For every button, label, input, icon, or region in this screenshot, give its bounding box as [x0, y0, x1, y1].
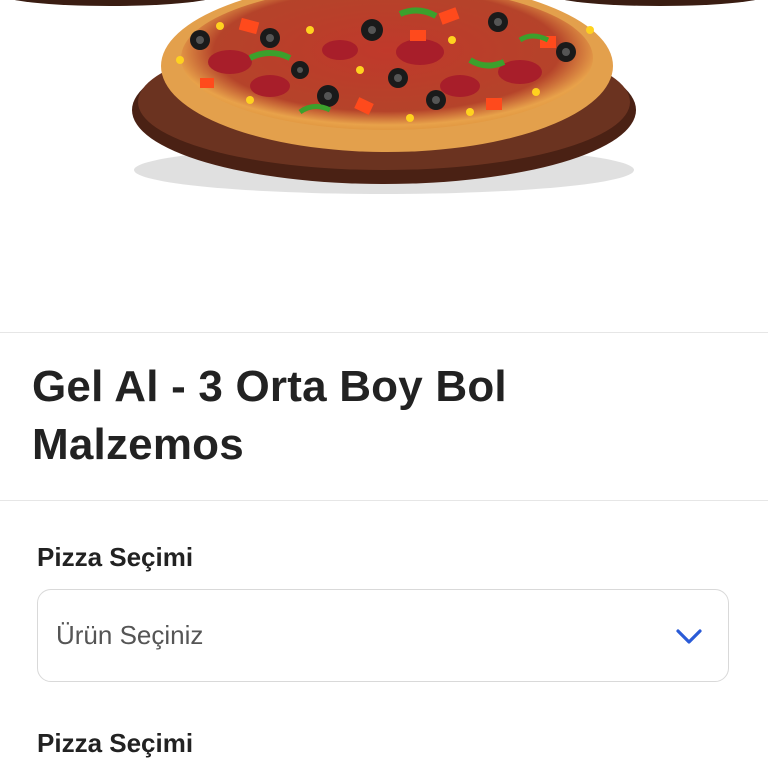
- chevron-down-icon: [676, 629, 702, 644]
- select-placeholder: Ürün Seçiniz: [56, 620, 204, 650]
- pizza-selection-label-2: Pizza Seçimi: [37, 728, 194, 758]
- product-title-line2: Malzemos: [32, 420, 244, 469]
- product-title: Gel Al - 3 Orta Boy Bol Malzemos: [32, 358, 732, 474]
- product-title-line1: Gel Al - 3 Orta Boy Bol: [32, 362, 507, 411]
- product-image: [0, 0, 768, 332]
- divider: [0, 332, 768, 333]
- pizza-select-dropdown[interactable]: Ürün Seçiniz: [37, 589, 729, 682]
- divider: [0, 500, 768, 501]
- pizza-illustration: [14, 0, 756, 194]
- pizza-selection-label: Pizza Seçimi: [37, 542, 194, 572]
